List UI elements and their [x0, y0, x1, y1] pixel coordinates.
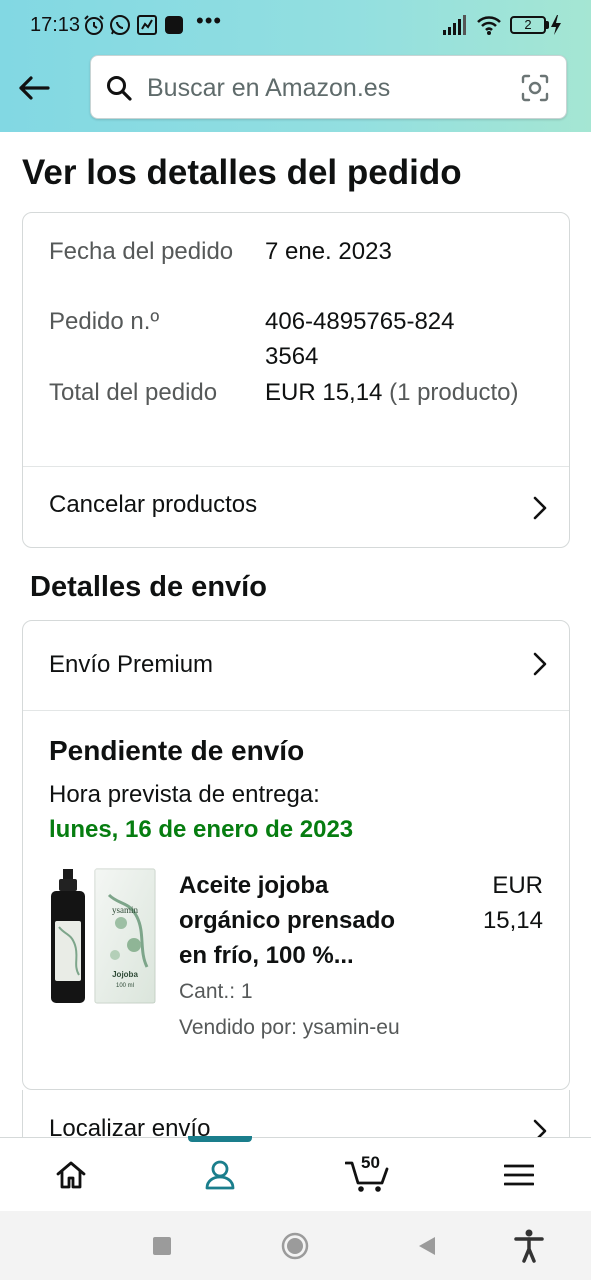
charging-icon [551, 15, 561, 35]
shipping-section-title: Detalles de envío [30, 571, 267, 603]
accessibility-icon [514, 1229, 544, 1263]
recent-apps-button[interactable] [145, 1229, 179, 1263]
order-date-value: 7 ene. 2023 [265, 238, 392, 265]
back-button[interactable] [14, 68, 54, 108]
signal-icon [443, 15, 466, 35]
camera-search-icon[interactable] [520, 73, 550, 103]
product-price-value: 15,14 [482, 907, 543, 934]
whatsapp-icon [110, 15, 130, 35]
product-quantity: Cant.: 1 [179, 980, 253, 1003]
eta-date: lunes, 16 de enero de 2023 [49, 816, 354, 843]
order-number-label: Pedido n.º [49, 308, 160, 335]
accessibility-button[interactable] [512, 1229, 546, 1263]
shipping-method-link[interactable]: Envío Premium [23, 621, 569, 710]
alarm-icon [84, 15, 104, 35]
chevron-right-icon [533, 652, 547, 676]
search-bar[interactable] [90, 55, 567, 119]
order-total-amount: EUR 15,14 [265, 379, 383, 406]
status-bar: 17:13 ••• 2 [0, 0, 591, 52]
battery-icon: 2 [510, 16, 546, 34]
shipment-status: Pendiente de envío [49, 735, 305, 766]
app-square-icon [165, 16, 183, 34]
image-volume-text: 100 ml [116, 983, 134, 989]
home-system-button[interactable] [278, 1229, 312, 1263]
status-time: 17:13 [30, 14, 81, 36]
order-total-label: Total del pedido [49, 379, 218, 406]
divider [23, 710, 569, 711]
wifi-icon [477, 16, 501, 35]
product-title-link[interactable]: Aceite jojoba orgánico prensado en frío,… [179, 868, 429, 973]
cancel-products-link[interactable]: Cancelar productos [23, 467, 569, 549]
search-input[interactable] [147, 70, 507, 106]
page-title: Ver los detalles del pedido [22, 153, 462, 192]
image-brand-text: ysamin [112, 905, 138, 915]
square-icon [153, 1237, 171, 1255]
app-notification-icon [137, 15, 157, 35]
order-total-value: EUR 15,14 (1 producto) [265, 375, 565, 410]
product-image[interactable]: ysamin Jojoba 100 ml [49, 865, 157, 1007]
more-notifications-icon: ••• [196, 8, 223, 33]
order-date-label: Fecha del pedido [49, 238, 234, 265]
home-icon [56, 1161, 86, 1189]
search-icon [107, 76, 132, 101]
menu-icon [504, 1164, 534, 1186]
nav-cart[interactable] [328, 1138, 408, 1212]
account-icon [205, 1160, 235, 1190]
nav-home[interactable] [31, 1138, 111, 1212]
order-number-value: 406-4895765-8243564 [265, 308, 455, 370]
product-price-currency: EUR [492, 872, 543, 899]
nav-account[interactable] [180, 1138, 260, 1212]
shipping-card: Envío Premium Pendiente de envío Hora pr… [22, 620, 570, 1090]
order-summary-card: Fecha del pedido 7 ene. 2023 Pedido n.º … [22, 212, 570, 548]
back-system-button[interactable] [410, 1229, 444, 1263]
product-price: EUR 15,14 [453, 868, 543, 938]
circle-icon [281, 1232, 309, 1260]
cart-count: 50 [361, 1153, 380, 1172]
battery-level: 2 [524, 17, 532, 32]
header: 17:13 ••• 2 Buscar en Amazon.es [0, 0, 591, 132]
back-arrow-icon [19, 76, 50, 100]
nav-menu[interactable] [479, 1138, 559, 1212]
eta-label: Hora prevista de entrega: [49, 781, 320, 808]
chevron-right-icon [533, 496, 547, 520]
product-seller: Vendido por: ysamin-eu [179, 1016, 400, 1039]
image-label-text: Jojoba [112, 970, 138, 979]
cancel-products-label: Cancelar productos [49, 491, 258, 518]
bottom-navigation: 50 [0, 1136, 591, 1212]
triangle-back-icon [419, 1237, 435, 1255]
order-total-items: (1 producto) [389, 379, 519, 406]
shipping-method-label: Envío Premium [49, 651, 214, 678]
system-navigation-bar [0, 1211, 591, 1280]
